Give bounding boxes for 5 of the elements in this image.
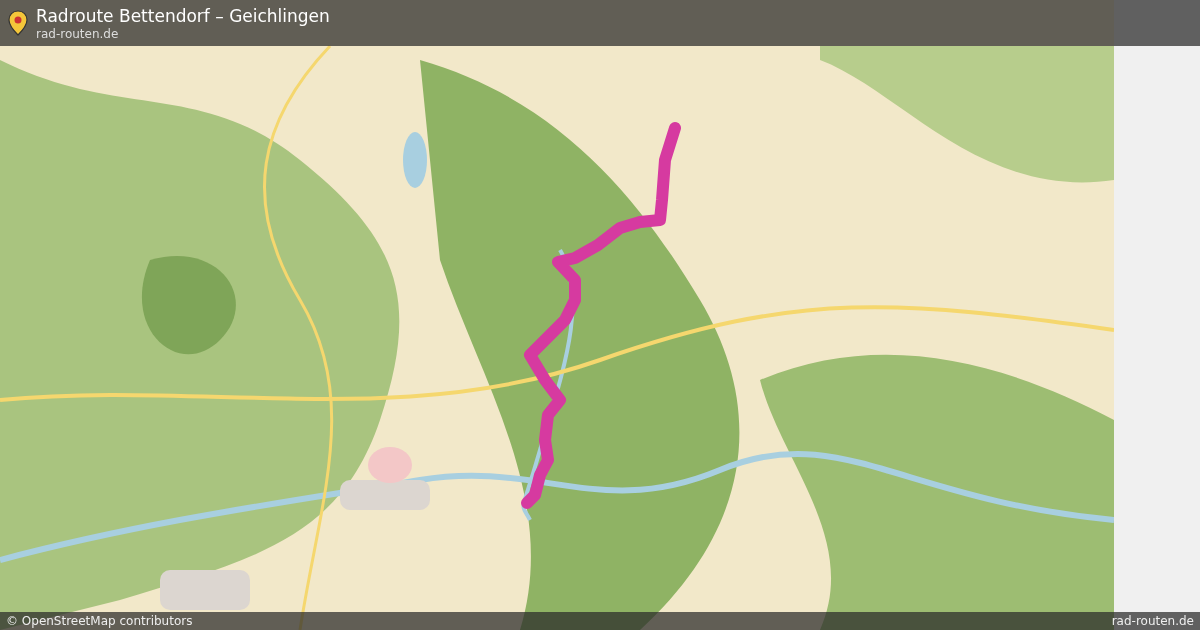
- map-pin-icon: [8, 10, 28, 36]
- site-name: rad-routen.de: [36, 26, 120, 41]
- map-attribution: © OpenStreetMap contributors: [6, 614, 193, 628]
- site-name: rad-routen.de: [1111, 614, 1194, 628]
- page-title: Radroute Bettendorf – Geichlingen: [36, 5, 330, 26]
